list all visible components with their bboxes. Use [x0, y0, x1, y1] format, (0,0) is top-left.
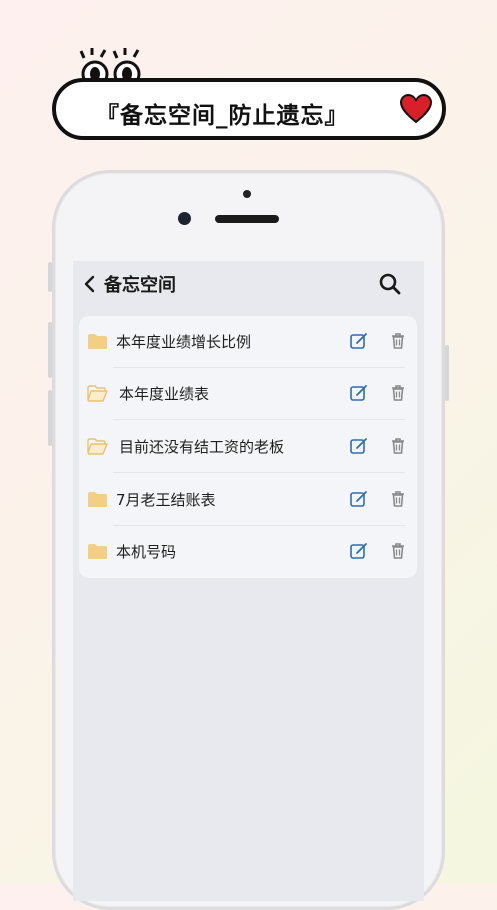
front-camera: [178, 212, 191, 225]
edit-icon[interactable]: [349, 490, 369, 508]
folder-open-icon: [87, 438, 108, 455]
search-icon[interactable]: [378, 272, 402, 296]
app-screen: 备忘空间 本年度业绩增长比例 本年度业绩表 目前还没有结工资的老板 7月老王结账…: [73, 261, 424, 901]
edit-icon[interactable]: [349, 332, 369, 350]
title-banner: 『备忘空间_防止遗忘』: [52, 78, 446, 140]
edit-icon[interactable]: [349, 542, 369, 560]
folder-filled-icon: [88, 334, 107, 349]
banner-title: 『备忘空间_防止遗忘』: [96, 103, 349, 129]
trash-icon[interactable]: [390, 332, 406, 350]
trash-icon[interactable]: [390, 542, 406, 560]
page-title: 备忘空间: [104, 275, 176, 296]
list-item[interactable]: 7月老王结账表: [79, 474, 417, 526]
sensor-dot: [243, 190, 251, 198]
row-divider: [113, 472, 405, 473]
list-item[interactable]: 目前还没有结工资的老板: [79, 421, 417, 473]
folder-name: 本年度业绩表: [119, 385, 210, 403]
chevron-left-icon[interactable]: [81, 273, 99, 295]
power-button: [445, 345, 449, 401]
list-item[interactable]: 本年度业绩增长比例: [79, 316, 417, 368]
folder-list: 本年度业绩增长比例 本年度业绩表 目前还没有结工资的老板 7月老王结账表 本机号…: [79, 316, 417, 578]
navigation-bar: 备忘空间: [73, 261, 424, 309]
folder-name: 本年度业绩增长比例: [116, 333, 252, 351]
folder-open-icon: [87, 385, 108, 402]
edit-icon[interactable]: [349, 384, 369, 402]
row-divider: [113, 419, 405, 420]
edit-icon[interactable]: [349, 437, 369, 455]
trash-icon[interactable]: [390, 384, 406, 402]
folder-name: 目前还没有结工资的老板: [119, 438, 285, 456]
folder-name: 本机号码: [116, 543, 177, 561]
earpiece-speaker: [215, 215, 279, 223]
volume-button-2: [48, 390, 52, 446]
volume-up-button: [48, 262, 52, 292]
folder-name: 7月老王结账表: [116, 491, 216, 509]
list-item[interactable]: 本机号码: [79, 526, 417, 578]
list-item[interactable]: 本年度业绩表: [79, 368, 417, 420]
heart-icon: [400, 94, 432, 124]
volume-button-1: [48, 322, 52, 378]
trash-icon[interactable]: [390, 490, 406, 508]
folder-filled-icon: [88, 492, 107, 507]
folder-filled-icon: [88, 544, 107, 559]
trash-icon[interactable]: [390, 437, 406, 455]
